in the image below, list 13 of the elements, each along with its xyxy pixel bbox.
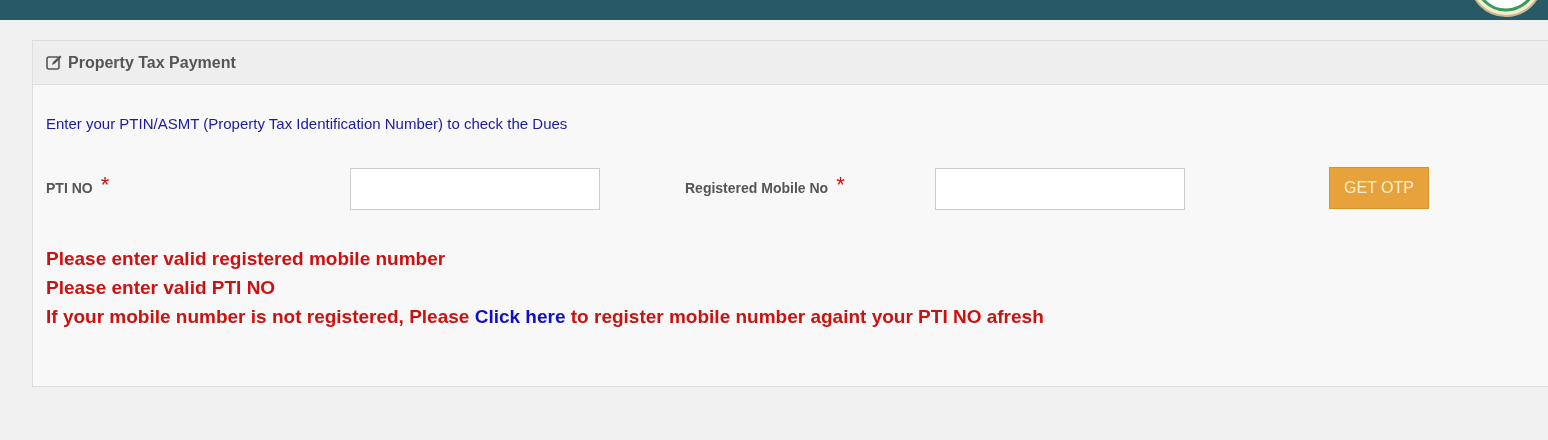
pti-number-field[interactable] (350, 167, 600, 210)
error-message: Please enter valid registered mobile number (46, 246, 447, 271)
click-here-link[interactable]: Click here (474, 305, 566, 327)
instruction-text: Enter your PTIN/ASMT (Property Tax Identification Number) to check the Dues (46, 114, 569, 134)
required-mark: * (100, 171, 110, 199)
field-label: PTI NO (46, 179, 93, 198)
error-message: Please enter valid PTI NO (46, 275, 277, 300)
panel-title: Property Tax Payment (68, 52, 236, 73)
error-message: If your mobile number is not registered, Please Click here to register mobile number againt your PTI NO afresh (46, 304, 1045, 329)
mobile-number-field[interactable] (935, 167, 1185, 210)
required-mark: * (836, 171, 845, 199)
edit-icon (46, 55, 62, 70)
field-label: Registered Mobile No (685, 179, 829, 198)
